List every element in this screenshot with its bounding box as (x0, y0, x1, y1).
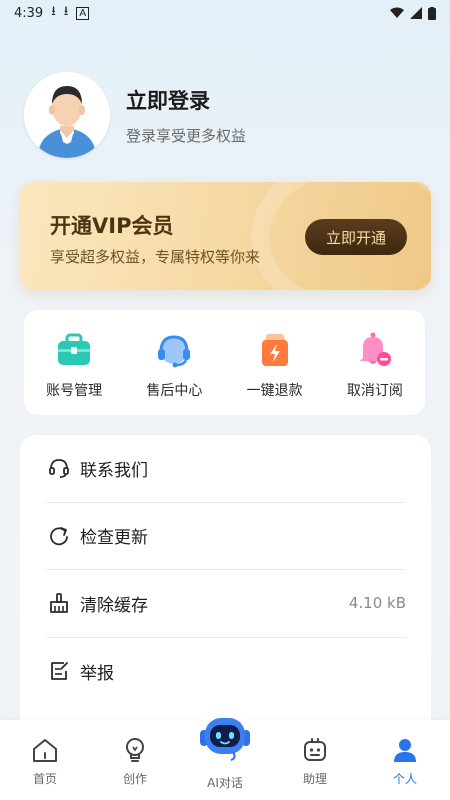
vip-title: 开通VIP会员 (50, 214, 174, 238)
quick-action-refund[interactable]: 一键退款 (225, 310, 325, 415)
refund-bag-icon (261, 334, 288, 366)
vip-banner[interactable]: 开通VIP会员 享受超多权益，专属特权等你来 立即开通 (20, 182, 431, 290)
menu-item-label: 举报 (80, 663, 114, 684)
assistant-icon (304, 738, 326, 761)
tab-label: 首页 (32, 772, 57, 786)
quick-action-label: 账号管理 (46, 383, 103, 399)
download-icon: ⭳ (51, 4, 56, 19)
quick-actions-card: 账号管理 售后中心 一键退款 取消订阅 (24, 310, 425, 415)
cache-size-value: 4.10 kB (348, 594, 406, 613)
tab-profile[interactable]: 个人 (360, 720, 450, 800)
robot-icon (196, 709, 254, 767)
wifi-icon (390, 7, 404, 18)
menu-item-clear-cache[interactable]: 清除缓存 4.10 kB (45, 570, 406, 638)
tab-label: AI对话 (207, 776, 243, 790)
battery-icon (428, 6, 436, 20)
bell-off-icon (359, 332, 391, 366)
quick-action-label: 一键退款 (246, 383, 303, 399)
tab-label: 个人 (392, 772, 417, 786)
status-bar: 4:39 ⭳ ⭳ A (0, 0, 450, 26)
profile-header[interactable]: 立即登录 登录享受更多权益 (24, 72, 246, 158)
avatar[interactable] (24, 72, 110, 158)
menu-item-contact[interactable]: 联系我们 (45, 435, 406, 503)
tab-ai-chat[interactable]: AI对话 (180, 709, 270, 800)
quick-action-aftersales[interactable]: 售后中心 (124, 310, 224, 415)
quick-action-unsubscribe[interactable]: 取消订阅 (325, 310, 425, 415)
refresh-icon (50, 526, 68, 545)
report-icon (51, 662, 68, 681)
person-icon (394, 739, 416, 762)
tab-label: 创作 (122, 772, 147, 786)
headset-icon (158, 335, 191, 368)
home-icon (33, 739, 57, 762)
headset-line-icon (49, 459, 69, 479)
open-vip-button[interactable]: 立即开通 (305, 219, 407, 255)
bottom-tab-bar: 首页 创作 AI对话 助理 个人 (0, 709, 450, 800)
download-icon: ⭳ (63, 4, 69, 19)
vip-subtitle: 享受超多权益，专属特权等你来 (50, 248, 261, 266)
menu-item-label: 联系我们 (80, 460, 148, 481)
quick-action-label: 取消订阅 (346, 383, 403, 399)
quick-action-account[interactable]: 账号管理 (24, 310, 124, 415)
login-subtitle: 登录享受更多权益 (126, 126, 247, 145)
broom-icon (50, 593, 68, 614)
menu-item-check-update[interactable]: 检查更新 (45, 503, 406, 570)
menu-item-label: 清除缓存 (80, 595, 148, 616)
login-title[interactable]: 立即登录 (126, 85, 246, 115)
status-time: 4:39 (14, 5, 44, 21)
quick-action-label: 售后中心 (146, 383, 203, 399)
tab-create[interactable]: 创作 (90, 720, 180, 800)
tab-home[interactable]: 首页 (0, 720, 90, 800)
briefcase-icon (58, 333, 91, 365)
signal-icon (410, 7, 422, 19)
bulb-icon (126, 738, 144, 762)
tab-assistant[interactable]: 助理 (270, 720, 360, 800)
a-badge-icon: A (76, 6, 90, 20)
menu-item-label: 检查更新 (80, 528, 148, 549)
tab-label: 助理 (302, 772, 327, 786)
menu-item-report[interactable]: 举报 (45, 638, 406, 706)
